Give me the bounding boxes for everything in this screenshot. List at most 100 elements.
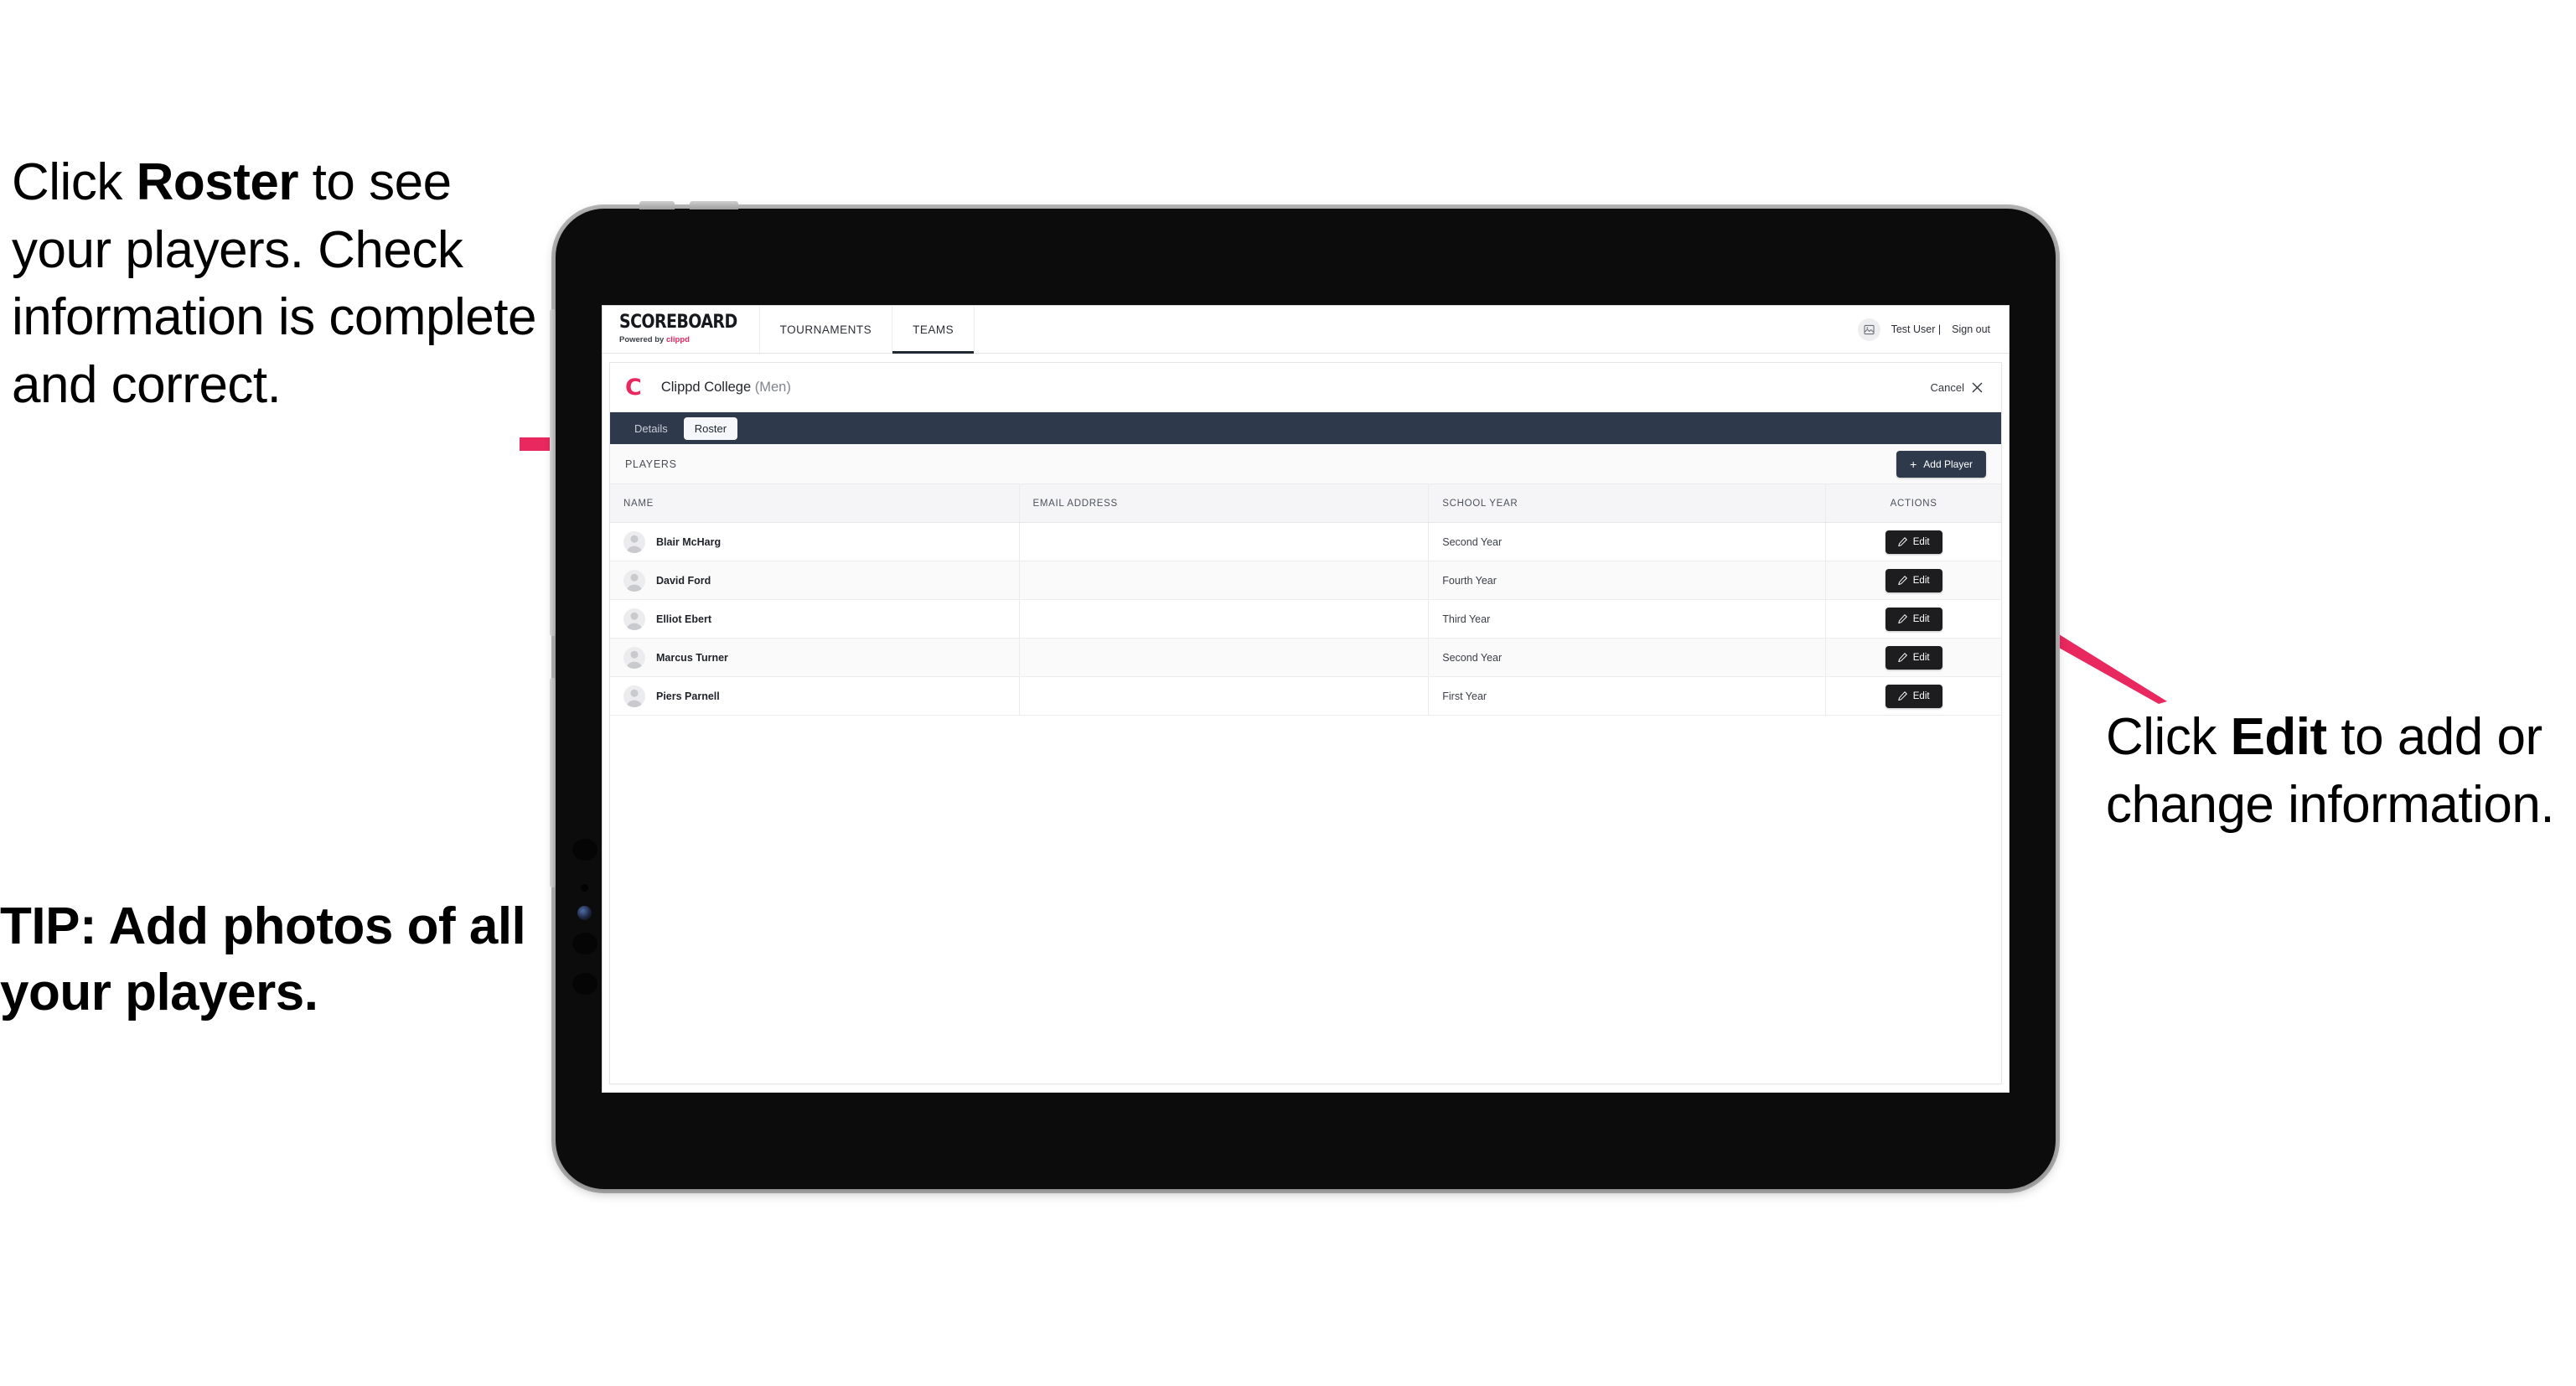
annotation-edit-lead: Click — [2106, 708, 2231, 766]
cell-name: Blair McHarg — [610, 522, 1020, 561]
tablet-side-rail-upper — [550, 309, 556, 636]
table-row[interactable]: Marcus Turner Second Year Edit — [610, 638, 2001, 677]
cell-school-year: Second Year — [1428, 638, 1827, 677]
sign-out-link[interactable]: Sign out — [1952, 323, 1990, 335]
annotation-roster-lead: Click — [12, 153, 137, 211]
cell-actions: Edit — [1825, 638, 2001, 677]
tablet-screen: SCOREBOARD Powered by clippd TOURNAMENTS… — [602, 305, 2010, 1093]
bezel-sensor-b — [581, 884, 588, 892]
edit-label: Edit — [1912, 536, 1930, 547]
cell-email — [1019, 522, 1430, 561]
table-row[interactable]: Elliot Ebert Third Year Edit — [610, 599, 2001, 639]
avatar — [623, 685, 645, 707]
edit-label: Edit — [1912, 613, 1930, 624]
cell-name: David Ford — [610, 561, 1020, 600]
nav-tab-tournaments-label: TOURNAMENTS — [779, 323, 872, 336]
cell-actions: Edit — [1825, 676, 2001, 716]
cell-school-year: Second Year — [1428, 522, 1827, 561]
players-table-body: Blair McHarg Second Year Edit David Ford… — [610, 522, 2001, 716]
player-school-year: Second Year — [1442, 651, 1503, 664]
column-header-name: NAME — [610, 484, 1020, 523]
pencil-icon — [1898, 576, 1907, 585]
cell-school-year: First Year — [1428, 676, 1827, 716]
cell-school-year: Third Year — [1428, 599, 1827, 639]
players-section-label: PLAYERS — [625, 458, 677, 470]
player-name-cell: Elliot Ebert — [623, 608, 1006, 630]
player-name-cell: David Ford — [623, 569, 1006, 592]
team-page-card: C Clippd College (Men) Cancel Details Ro… — [609, 362, 2002, 1084]
edit-button[interactable]: Edit — [1885, 530, 1942, 554]
annotation-roster-bold: Roster — [136, 153, 299, 211]
volume-down-button[interactable] — [690, 201, 738, 209]
user-account-area: Test User | Sign out — [1857, 306, 2009, 353]
table-row[interactable]: Blair McHarg Second Year Edit — [610, 522, 2001, 561]
tablet-device-frame: SCOREBOARD Powered by clippd TOURNAMENTS… — [550, 201, 2056, 1189]
table-row[interactable]: David Ford Fourth Year Edit — [610, 561, 2001, 600]
cell-actions: Edit — [1825, 561, 2001, 600]
page-title: Clippd College (Men) — [661, 380, 791, 396]
volume-up-button[interactable] — [639, 201, 675, 209]
edit-button[interactable]: Edit — [1885, 684, 1942, 708]
edit-button[interactable]: Edit — [1885, 607, 1942, 631]
user-name-label: Test User | — [1891, 323, 1942, 335]
sub-tab-details[interactable]: Details — [623, 417, 679, 440]
nav-tab-teams-label: TEAMS — [913, 323, 954, 336]
player-name: David Ford — [656, 574, 711, 587]
player-name: Marcus Turner — [656, 651, 728, 664]
cell-actions: Edit — [1825, 522, 2001, 561]
cancel-label: Cancel — [1930, 380, 1964, 394]
app-top-nav-bar: SCOREBOARD Powered by clippd TOURNAMENTS… — [603, 306, 2009, 354]
pencil-icon — [1898, 653, 1907, 662]
brand-title: SCOREBOARD — [619, 311, 737, 334]
player-school-year: Second Year — [1442, 535, 1503, 548]
team-name-text: Clippd College — [660, 379, 752, 395]
players-table-head: NAME EMAIL ADDRESS SCHOOL YEAR ACTIONS — [610, 484, 2001, 523]
nav-tab-teams[interactable]: TEAMS — [892, 306, 975, 354]
avatar — [623, 608, 645, 630]
table-row[interactable]: Piers Parnell First Year Edit — [610, 676, 2001, 716]
clippd-c-logo-icon: C — [625, 374, 642, 401]
bezel-sensor-d — [572, 933, 597, 954]
add-player-label: Add Player — [1923, 458, 1973, 470]
sub-tab-roster-label: Roster — [694, 421, 727, 435]
person-placeholder-icon — [626, 535, 643, 553]
nav-tab-tournaments[interactable]: TOURNAMENTS — [760, 306, 893, 353]
scoreboard-brand-logo[interactable]: SCOREBOARD Powered by clippd — [603, 306, 760, 353]
broken-image-icon — [1864, 324, 1875, 334]
cell-name: Elliot Ebert — [610, 599, 1020, 639]
sub-tab-details-label: Details — [634, 421, 668, 435]
avatar — [623, 569, 645, 592]
sub-tab-roster[interactable]: Roster — [683, 416, 738, 440]
player-name: Piers Parnell — [656, 690, 720, 702]
table-empty-area — [610, 716, 2001, 1083]
add-player-button[interactable]: + Add Player — [1896, 450, 1986, 478]
annotation-edit: Click Edit to add or change information. — [2106, 704, 2576, 839]
cancel-button[interactable]: Cancel — [1931, 381, 1983, 394]
cell-email — [1019, 638, 1430, 677]
avatar — [623, 530, 645, 553]
edit-button[interactable]: Edit — [1885, 568, 1942, 592]
person-placeholder-icon — [626, 689, 643, 707]
cell-actions: Edit — [1825, 599, 2001, 639]
clippd-wordmark: clippd — [665, 335, 690, 345]
bezel-sensor-a — [572, 839, 597, 861]
avatar[interactable] — [1857, 318, 1880, 341]
cell-email — [1019, 561, 1430, 600]
table-header-row: NAME EMAIL ADDRESS SCHOOL YEAR ACTIONS — [610, 484, 2001, 523]
edit-label: Edit — [1912, 652, 1930, 663]
brand-subtitle: Powered by clippd — [619, 336, 737, 344]
edit-label: Edit — [1912, 575, 1930, 586]
edit-button[interactable]: Edit — [1885, 645, 1942, 670]
players-section-header: PLAYERS + Add Player — [610, 444, 2001, 484]
player-name: Elliot Ebert — [656, 613, 711, 625]
column-header-school-year: SCHOOL YEAR — [1428, 484, 1827, 523]
avatar — [623, 646, 645, 669]
column-header-actions: ACTIONS — [1825, 484, 2001, 523]
cell-name: Marcus Turner — [610, 638, 1020, 677]
person-placeholder-icon — [626, 573, 643, 592]
person-placeholder-icon — [626, 612, 643, 630]
pencil-icon — [1898, 537, 1907, 546]
column-header-email: EMAIL ADDRESS — [1019, 484, 1430, 523]
powered-by-text: Powered by — [619, 335, 666, 345]
